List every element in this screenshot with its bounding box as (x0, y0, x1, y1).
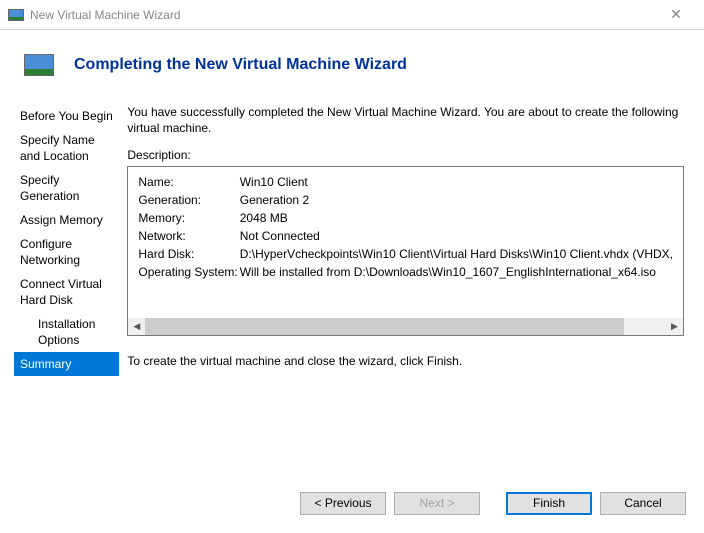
summary-row-generation: Generation: Generation 2 (138, 193, 673, 209)
wizard-icon (24, 54, 54, 76)
page-title: Completing the New Virtual Machine Wizar… (74, 56, 407, 74)
scroll-thumb[interactable] (145, 318, 624, 335)
description-box: Name: Win10 Client Generation: Generatio… (127, 166, 684, 336)
description-label: Description: (127, 148, 684, 162)
sidebar-item-configure-networking[interactable]: Configure Networking (14, 232, 119, 272)
summary-row-network: Network: Not Connected (138, 229, 673, 245)
summary-os-label: Operating System: (138, 265, 237, 281)
summary-name-value: Win10 Client (240, 175, 673, 191)
summary-network-label: Network: (138, 229, 237, 245)
summary-os-value: Will be installed from D:\Downloads\Win1… (240, 265, 673, 281)
summary-generation-label: Generation: (138, 193, 237, 209)
sidebar-item-installation-options[interactable]: Installation Options (14, 312, 119, 352)
scroll-track[interactable] (145, 318, 666, 335)
finish-instruction: To create the virtual machine and close … (127, 354, 684, 368)
summary-row-name: Name: Win10 Client (138, 175, 673, 191)
summary-memory-label: Memory: (138, 211, 237, 227)
window-title: New Virtual Machine Wizard (30, 8, 656, 22)
button-bar: < Previous Next > Finish Cancel (0, 473, 704, 533)
summary-row-os: Operating System: Will be installed from… (138, 265, 673, 281)
sidebar-item-assign-memory[interactable]: Assign Memory (14, 208, 119, 232)
wizard-main: You have successfully completed the New … (119, 100, 704, 460)
sidebar-item-specify-name[interactable]: Specify Name and Location (14, 128, 119, 168)
summary-generation-value: Generation 2 (240, 193, 673, 209)
summary-row-memory: Memory: 2048 MB (138, 211, 673, 227)
summary-name-label: Name: (138, 175, 237, 191)
wizard-header: Completing the New Virtual Machine Wizar… (0, 30, 704, 100)
sidebar-item-summary[interactable]: Summary (14, 352, 119, 376)
previous-button[interactable]: < Previous (300, 492, 386, 515)
summary-row-harddisk: Hard Disk: D:\HyperVcheckpoints\Win10 Cl… (138, 247, 673, 263)
next-button: Next > (394, 492, 480, 515)
sidebar-item-specify-generation[interactable]: Specify Generation (14, 168, 119, 208)
cancel-button[interactable]: Cancel (600, 492, 686, 515)
summary-harddisk-value: D:\HyperVcheckpoints\Win10 Client\Virtua… (240, 247, 673, 263)
title-bar: New Virtual Machine Wizard ✕ (0, 0, 704, 30)
close-icon[interactable]: ✕ (656, 1, 696, 29)
app-icon (8, 9, 24, 21)
finish-button[interactable]: Finish (506, 492, 592, 515)
horizontal-scrollbar[interactable]: ◀ ▶ (128, 318, 683, 335)
scroll-right-icon[interactable]: ▶ (666, 318, 683, 335)
summary-memory-value: 2048 MB (240, 211, 673, 227)
summary-network-value: Not Connected (240, 229, 673, 245)
sidebar-item-connect-vhd[interactable]: Connect Virtual Hard Disk (14, 272, 119, 312)
summary-harddisk-label: Hard Disk: (138, 247, 237, 263)
sidebar-item-before-you-begin[interactable]: Before You Begin (14, 104, 119, 128)
scroll-left-icon[interactable]: ◀ (128, 318, 145, 335)
wizard-sidebar: Before You Begin Specify Name and Locati… (0, 100, 119, 460)
intro-text: You have successfully completed the New … (127, 104, 684, 136)
